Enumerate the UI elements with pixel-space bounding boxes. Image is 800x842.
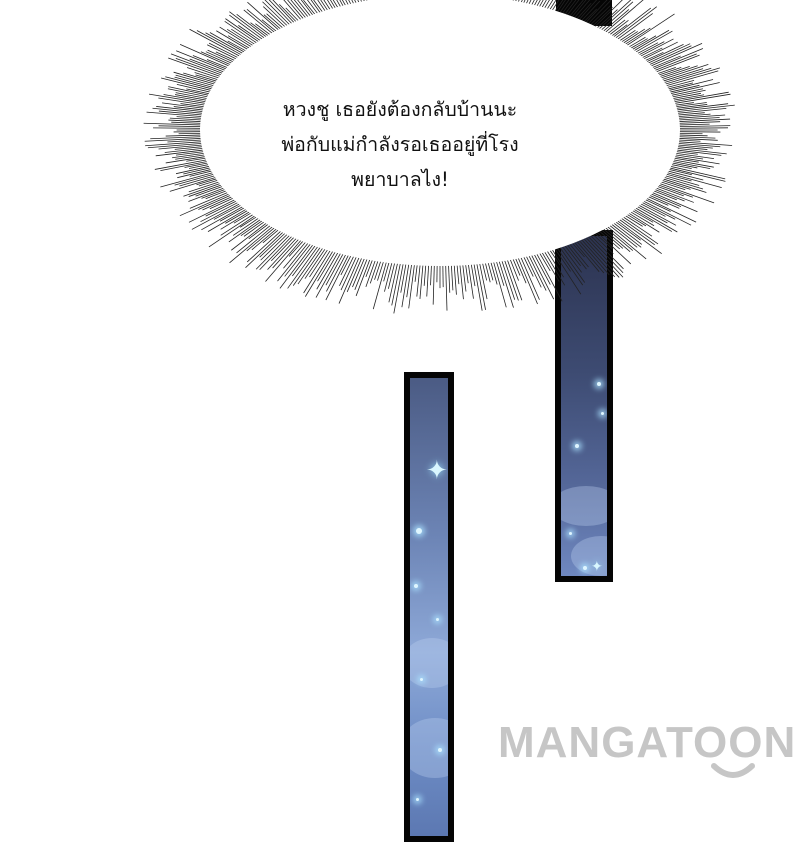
star bbox=[438, 748, 442, 752]
cloud bbox=[555, 486, 613, 526]
speech-line: พ่อกับแม่กำลังรอเธออยู่ที่โรง bbox=[230, 127, 570, 162]
burst-ray bbox=[446, 259, 447, 310]
burst-ray bbox=[288, 241, 322, 289]
burst-ray bbox=[293, 241, 324, 285]
star bbox=[575, 444, 579, 448]
sparkle-icon: ✦ bbox=[426, 458, 448, 484]
burst-ray bbox=[409, 258, 416, 308]
burst-ray bbox=[394, 258, 405, 314]
star bbox=[420, 678, 423, 681]
star bbox=[436, 618, 439, 621]
star bbox=[597, 382, 601, 386]
star bbox=[601, 412, 604, 415]
speech-line: พยาบาลไง! bbox=[230, 162, 570, 197]
cloud bbox=[404, 638, 454, 688]
watermark-logo: MANGATOON bbox=[498, 718, 800, 768]
night-sky-panel-left: ✦ bbox=[404, 372, 454, 842]
burst-ray bbox=[433, 259, 434, 304]
star bbox=[416, 798, 419, 801]
star bbox=[414, 584, 418, 588]
burst-ray bbox=[339, 251, 362, 303]
smile-icon bbox=[710, 762, 756, 780]
speech-bubble-text: หวงชู เธอยังต้องกลับบ้านนะ พ่อกับแม่กำลั… bbox=[230, 92, 570, 197]
cloud bbox=[404, 718, 454, 778]
star bbox=[583, 566, 587, 570]
sparkle-icon: ✦ bbox=[591, 560, 603, 574]
burst-ray bbox=[492, 256, 506, 308]
speech-line: หวงชู เธอยังต้องกลับบ้านนะ bbox=[230, 92, 570, 127]
burst-ray bbox=[373, 256, 388, 309]
star bbox=[416, 528, 422, 534]
star bbox=[569, 532, 572, 535]
burst-ray bbox=[265, 235, 306, 282]
